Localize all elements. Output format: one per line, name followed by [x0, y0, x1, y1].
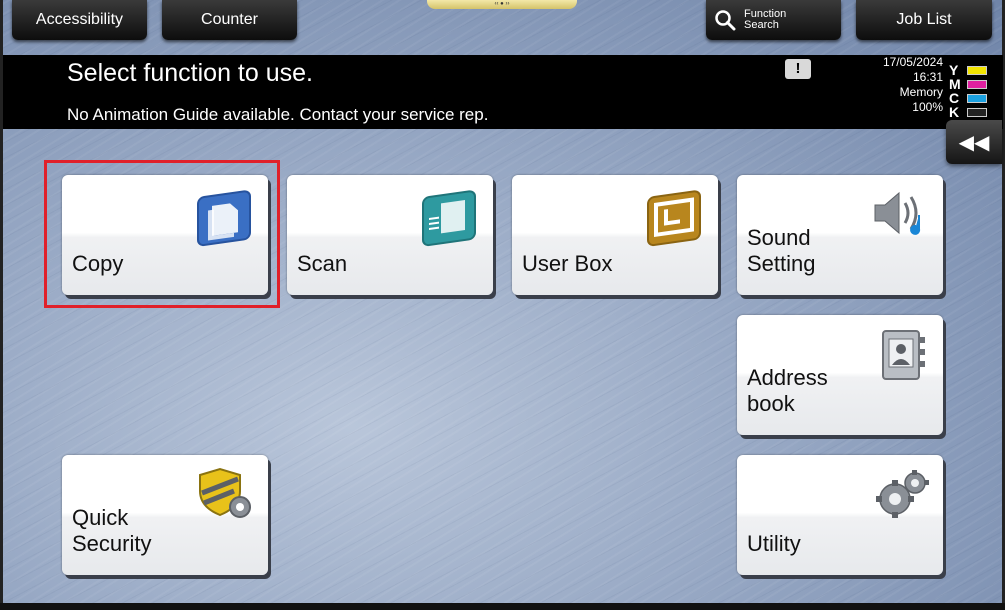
double-chevron-left-icon: ◀◀ [958, 131, 990, 154]
sound-setting-label: Sound Setting [747, 225, 816, 277]
address-label-line2: book [747, 391, 795, 416]
function-search-tab[interactable]: Function Search [706, 0, 841, 40]
home-screen: Accessibility Counter ‹‹ ● ›› Function S… [0, 0, 1005, 610]
scan-icon [422, 190, 476, 247]
toner-bar-k [967, 107, 987, 117]
toner-cyan: C [949, 90, 995, 106]
sound-label-line1: Sound [747, 225, 811, 250]
quick-label-line1: Quick [72, 505, 129, 530]
message-bar: Select function to use. No Animation Gui… [3, 55, 1003, 129]
toner-letter-k: K [949, 104, 960, 120]
gears-icon [876, 470, 929, 518]
warning-icon[interactable]: ! [785, 59, 811, 79]
accessibility-label: Accessibility [35, 11, 124, 28]
job-list-label: Job List [896, 11, 952, 28]
toner-yellow: Y [949, 62, 995, 78]
accessibility-tab[interactable]: Accessibility [12, 0, 147, 40]
user-box-icon [647, 190, 701, 247]
status-panel: 17/05/2024 16:31 Memory 100% [853, 55, 943, 115]
copy-highlight-box [44, 160, 280, 308]
toner-bar-y [967, 65, 987, 75]
message-title: Select function to use. [67, 59, 313, 87]
toner-levels: Y M C K [949, 62, 995, 120]
address-label-line1: Address [747, 365, 828, 390]
address-book-label: Address book [747, 365, 828, 417]
toner-bar-m [967, 79, 987, 89]
job-list-tab[interactable]: Job List [856, 0, 992, 40]
speaker-icon [874, 191, 921, 235]
search-icon [715, 10, 736, 31]
toner-black: K [949, 104, 995, 120]
panel-handle[interactable]: ‹‹ ● ›› [427, 0, 577, 9]
user-box-tile[interactable]: User Box [512, 175, 718, 295]
sound-label-line2: Setting [747, 251, 816, 276]
status-date: 17/05/2024 [882, 55, 943, 69]
collapse-panel-button[interactable]: ◀◀ [946, 120, 1002, 164]
address-book-icon [882, 330, 925, 380]
quick-security-label: Quick Security [72, 505, 151, 557]
memory-label: Memory [899, 85, 943, 99]
utility-tile[interactable]: Utility [737, 455, 943, 575]
status-time: 16:31 [912, 70, 943, 84]
utility-label: Utility [747, 531, 801, 556]
user-box-label: User Box [522, 251, 613, 276]
quick-security-tile[interactable]: Quick Security [62, 455, 268, 575]
toner-bar-c [967, 93, 987, 103]
shield-gear-icon [199, 467, 251, 518]
memory-value: 100% [912, 100, 943, 114]
message-subtitle: No Animation Guide available. Contact yo… [67, 105, 489, 124]
scan-label: Scan [297, 251, 348, 276]
frame-bottom [0, 603, 1005, 610]
scan-tile[interactable]: Scan [287, 175, 493, 295]
quick-label-line2: Security [72, 531, 152, 556]
toner-magenta: M [949, 76, 995, 92]
address-book-tile[interactable]: Address book [737, 315, 943, 435]
counter-tab[interactable]: Counter [162, 0, 297, 40]
function-search-label-2: Search [744, 19, 779, 31]
counter-label: Counter [201, 11, 258, 28]
sound-setting-tile[interactable]: Sound Setting [737, 175, 943, 295]
